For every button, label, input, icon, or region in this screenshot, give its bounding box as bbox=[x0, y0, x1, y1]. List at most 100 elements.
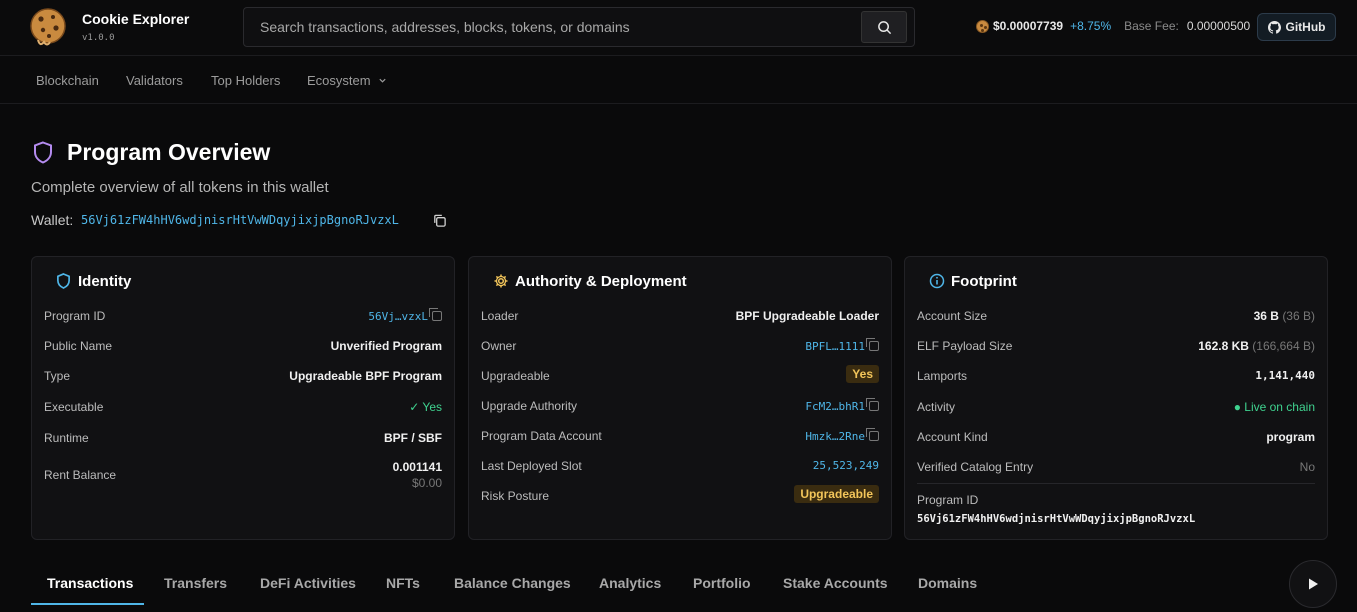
activity-value: Live on chain bbox=[1244, 400, 1315, 414]
nav-item-top-holders[interactable]: Top Holders bbox=[211, 73, 280, 88]
row-subvalue: (166,664 B) bbox=[1252, 339, 1315, 353]
footprint-card: Footprint Account Size 36 B (36 B) ELF P… bbox=[904, 256, 1328, 540]
program-id-value[interactable]: 56Vj61zFW4hHV6wdjnisrHtVwWDqyjixjpBgnoRJ… bbox=[917, 513, 1195, 525]
github-button[interactable]: GitHub bbox=[1257, 13, 1336, 41]
row-label: Account Kind bbox=[917, 430, 988, 444]
footprint-program-id: Program ID bbox=[917, 490, 1315, 510]
row-label: Runtime bbox=[44, 431, 89, 445]
row-value: Unverified Program bbox=[330, 339, 442, 353]
row-label: Program ID bbox=[44, 309, 106, 323]
row-value: 162.8 KB bbox=[1198, 339, 1249, 353]
tab-transfers[interactable]: Transfers bbox=[164, 575, 227, 591]
footprint-row-elf-size: ELF Payload Size 162.8 KB (166,664 B) bbox=[917, 336, 1315, 356]
search-icon bbox=[877, 20, 891, 34]
play-button[interactable] bbox=[1289, 560, 1337, 608]
tab-transactions[interactable]: Transactions bbox=[47, 575, 133, 591]
identity-title: Identity bbox=[78, 273, 132, 290]
info-icon bbox=[929, 273, 945, 294]
active-tab-indicator bbox=[31, 603, 144, 605]
row-label: Upgradeable bbox=[481, 369, 550, 383]
gear-icon bbox=[493, 273, 509, 294]
page-subtitle: Complete overview of all tokens in this … bbox=[31, 179, 329, 196]
row-label: Risk Posture bbox=[481, 489, 550, 503]
footprint-row-verified: Verified Catalog Entry No bbox=[917, 457, 1315, 477]
play-icon bbox=[1309, 578, 1318, 590]
program-id-link[interactable]: 56Vj…vzxL bbox=[368, 310, 428, 323]
copy-icon[interactable] bbox=[866, 338, 879, 351]
tab-defi-activities[interactable]: DeFi Activities bbox=[260, 575, 356, 591]
authority-row-risk-posture: Risk Posture Upgradeable bbox=[481, 485, 879, 506]
github-icon bbox=[1267, 20, 1281, 34]
footprint-title: Footprint bbox=[951, 273, 1017, 290]
owner-link[interactable]: BPFL…1111 bbox=[805, 340, 865, 353]
tab-stake-accounts[interactable]: Stake Accounts bbox=[783, 575, 888, 591]
row-label: Public Name bbox=[44, 339, 113, 353]
live-dot-icon: ● bbox=[1233, 400, 1245, 414]
footprint-row-account-size: Account Size 36 B (36 B) bbox=[917, 306, 1315, 326]
row-label: Verified Catalog Entry bbox=[917, 460, 1034, 474]
identity-row-type: Type Upgradeable BPF Program bbox=[44, 366, 442, 386]
divider bbox=[917, 483, 1315, 484]
page-title: Program Overview bbox=[67, 139, 271, 165]
cookie-coin-icon bbox=[976, 19, 989, 33]
nav-item-ecosystem-label: Ecosystem bbox=[307, 73, 371, 88]
row-value: Upgradeable BPF Program bbox=[289, 369, 442, 383]
tab-nfts[interactable]: NFTs bbox=[386, 575, 420, 591]
last-slot-link[interactable]: 25,523,249 bbox=[813, 459, 879, 472]
row-label: Loader bbox=[481, 309, 519, 323]
row-label: Program Data Account bbox=[481, 429, 602, 443]
row-value: No bbox=[1299, 460, 1315, 474]
copy-icon[interactable] bbox=[432, 213, 447, 233]
row-label: Upgrade Authority bbox=[481, 399, 578, 413]
app-name[interactable]: Cookie Explorer bbox=[82, 11, 189, 27]
copy-icon[interactable] bbox=[866, 398, 879, 411]
base-fee-label: Base Fee: bbox=[1124, 19, 1179, 33]
copy-icon[interactable] bbox=[429, 308, 442, 321]
authority-row-program-data: Program Data Account Hmzk…2Rne bbox=[481, 426, 879, 446]
row-label: Account Size bbox=[917, 309, 988, 323]
nav-item-blockchain[interactable]: Blockchain bbox=[36, 73, 99, 88]
authority-row-loader: Loader BPF Upgradeable Loader bbox=[481, 306, 879, 326]
footprint-row-lamports: Lamports 1,141,440 bbox=[917, 366, 1315, 386]
footprint-row-activity: Activity ● Live on chain bbox=[917, 397, 1315, 417]
program-data-link[interactable]: Hmzk…2Rne bbox=[805, 430, 865, 443]
row-label: Owner bbox=[481, 339, 517, 353]
row-label: ELF Payload Size bbox=[917, 339, 1013, 353]
upgrade-authority-link[interactable]: FcM2…bhR1 bbox=[805, 400, 865, 413]
shield-icon bbox=[33, 141, 53, 169]
row-label: Last Deployed Slot bbox=[481, 459, 582, 473]
row-label: Lamports bbox=[917, 369, 968, 383]
tab-domains[interactable]: Domains bbox=[918, 575, 977, 591]
row-value: 0.001141 bbox=[392, 460, 442, 474]
wallet-address[interactable]: 56Vj61zFW4hHV6wdjnisrHtVwWDqyjixjpBgnoRJ… bbox=[81, 213, 399, 227]
tab-analytics[interactable]: Analytics bbox=[599, 575, 661, 591]
tab-balance-changes[interactable]: Balance Changes bbox=[454, 575, 571, 591]
search-bar bbox=[243, 7, 915, 47]
row-label: Executable bbox=[44, 400, 104, 414]
chevron-down-icon bbox=[379, 78, 386, 83]
price-change: +8.75% bbox=[1070, 19, 1112, 33]
nav-item-ecosystem[interactable]: Ecosystem bbox=[307, 73, 387, 88]
row-value: 1,141,440 bbox=[1255, 369, 1315, 382]
search-input[interactable] bbox=[260, 8, 850, 46]
top-bar: Cookie Explorer v1.0.0 $0.00007739 +8.75… bbox=[0, 0, 1357, 56]
row-value: BPF Upgradeable Loader bbox=[735, 309, 879, 323]
authority-title: Authority & Deployment bbox=[515, 273, 687, 290]
cookie-logo-icon[interactable] bbox=[28, 6, 68, 48]
authority-row-upgrade-authority: Upgrade Authority FcM2…bhR1 bbox=[481, 396, 879, 416]
row-label: Rent Balance bbox=[44, 468, 117, 482]
main-nav: Blockchain Validators Top Holders Ecosys… bbox=[0, 57, 1357, 104]
identity-row-program-id: Program ID 56Vj…vzxL bbox=[44, 306, 442, 326]
row-label: Activity bbox=[917, 400, 956, 414]
row-subvalue: $0.00 bbox=[411, 476, 442, 490]
tab-bar: Transactions Transfers DeFi Activities N… bbox=[0, 558, 1357, 612]
authority-row-owner: Owner BPFL…1111 bbox=[481, 336, 879, 356]
identity-row-executable: Executable ✓ Yes bbox=[44, 397, 442, 417]
copy-icon[interactable] bbox=[866, 428, 879, 441]
search-button[interactable] bbox=[861, 11, 907, 43]
identity-card: Identity Program ID 56Vj…vzxL Public Nam… bbox=[31, 256, 455, 540]
tab-portfolio[interactable]: Portfolio bbox=[693, 575, 751, 591]
footprint-row-account-kind: Account Kind program bbox=[917, 427, 1315, 447]
nav-item-validators[interactable]: Validators bbox=[126, 73, 183, 88]
row-value: 36 B bbox=[1253, 309, 1279, 323]
